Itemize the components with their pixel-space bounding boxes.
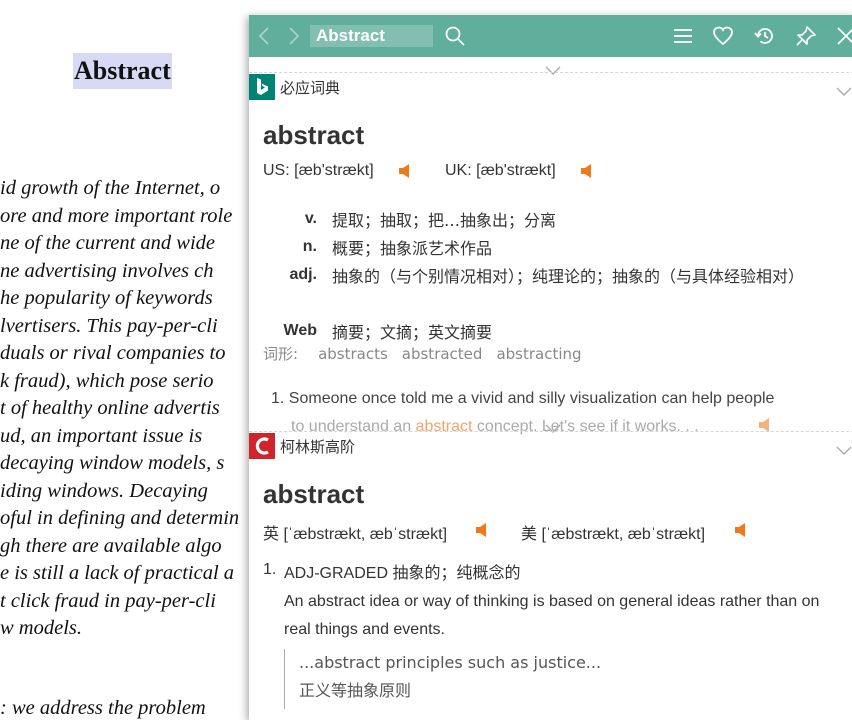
back-arrow-icon[interactable] [256, 25, 274, 47]
part-of-speech: adj. [289, 266, 317, 283]
paper-text-line: iding windows. Decaying [0, 479, 208, 502]
collins-quote-zh: 正义等抽象原则 [299, 681, 412, 700]
paper-text-line: lvertisers. This pay-per-cli [0, 314, 218, 337]
definition: 概要；抽象派艺术作品 [332, 239, 493, 258]
collins-dict-name: 柯林斯高阶 [280, 438, 356, 456]
word-forms-label: 词形: [263, 345, 299, 363]
paper-text-line: e is still a lack of practical a [0, 562, 235, 584]
close-icon[interactable] [835, 25, 852, 47]
bing-headword: abstract [263, 120, 365, 150]
divider [249, 72, 852, 73]
definition: 提取；抽取；把…抽象出；分离 [332, 211, 557, 230]
paper-text-line: decaying window models, s [0, 452, 225, 474]
paper-text-line: oful in defining and determin [0, 507, 240, 529]
uk-pronunciation: UK: [æb'strækt] [445, 162, 556, 179]
speaker-icon[interactable] [475, 522, 489, 538]
paper-text-line: id growth of the Internet, o [0, 177, 221, 199]
collins-dict-header[interactable]: 柯林斯高阶 [249, 433, 852, 463]
paper-text-line: ore and more important role [0, 204, 233, 227]
bing-dict-name: 必应词典 [280, 79, 341, 97]
collins-uk-label: 英 [263, 526, 280, 543]
paper-text-line: duals or rival companies to [0, 342, 226, 364]
bing-logo-icon [249, 74, 275, 100]
collins-uk-pronunciation: 英 [ˈæbstrækt, æbˈstrækt] [263, 520, 447, 544]
collins-sense-number: 1. [263, 561, 277, 578]
expand-more-icon[interactable] [545, 419, 561, 433]
part-of-speech: n. [302, 238, 317, 255]
collins-us-label: 美 [521, 526, 538, 543]
paper-text-line: t of healthy online advertis [0, 397, 220, 419]
divider [249, 431, 852, 432]
collins-us-pron: [ˈæbstrækt, æbˈstrækt] [541, 526, 706, 543]
menu-icon[interactable] [672, 25, 694, 47]
collins-us-pronunciation: 美 [ˈæbstrækt, æbˈstrækt] [521, 520, 705, 544]
chevron-down-icon[interactable] [836, 441, 852, 455]
paper-text-line: t click fraud in pay-per-cli [0, 589, 216, 612]
search-input[interactable] [310, 25, 433, 47]
part-of-speech: Web [283, 322, 317, 339]
bing-dict-header[interactable]: 必应词典 [249, 74, 852, 104]
us-pronunciation: US: [æb'strækt] [263, 162, 374, 179]
speaker-icon[interactable] [580, 163, 594, 179]
history-icon[interactable] [754, 25, 776, 47]
word-form-link[interactable]: abstracted [402, 345, 483, 363]
dictionary-popup: 必应词典 abstract US: [æb'strækt] UK: [æb'st… [249, 15, 852, 720]
collins-quote-en: ...abstract principles such as justice..… [299, 653, 602, 672]
paper-bottom-line: : we address the problem [0, 697, 206, 719]
paper-text-line: he popularity of keywords [0, 287, 213, 309]
chevron-down-icon[interactable] [545, 61, 561, 75]
collins-headword: abstract [263, 479, 365, 509]
word-form-link[interactable]: abstracts [318, 345, 388, 363]
paper-text-line: gh there are available algo [0, 534, 222, 557]
paper-text-line: k fraud), which pose serio [0, 369, 214, 392]
search-icon[interactable] [444, 25, 466, 47]
example-text: Someone once told me a vivid and silly v… [288, 390, 775, 407]
speaker-icon[interactable] [734, 522, 748, 538]
paper-text-line: ne advertising involves ch [0, 259, 214, 282]
paper-text-line: ud, an important issue is [0, 424, 203, 447]
paper-title-selected[interactable]: Abstract [73, 53, 172, 89]
collins-sense-head: ADJ-GRADED 抽象的；纯概念的 [284, 565, 521, 582]
collins-example-quote: ...abstract principles such as justice..… [284, 649, 799, 709]
collins-uk-pron: [ˈæbstrækt, æbˈstrækt] [283, 526, 448, 543]
definition: 抽象的（与个别情况相对）；纯理论的；抽象的（与具体经验相对） [332, 267, 805, 286]
collins-logo-icon [249, 433, 275, 459]
forward-arrow-icon[interactable] [285, 25, 303, 47]
word-form-link[interactable]: abstracting [496, 345, 581, 363]
paper-text-line: w models. [0, 617, 82, 639]
heart-icon[interactable] [712, 25, 734, 47]
collins-sense-def: An abstract idea or way of thinking is b… [284, 593, 820, 638]
collins-sense: ADJ-GRADED 抽象的；纯概念的 An abstract idea or … [284, 560, 829, 644]
popup-toolbar [249, 15, 852, 57]
speaker-icon[interactable] [398, 163, 412, 179]
example-number: 1. [271, 390, 285, 407]
paper-text-line: ne of the current and wide [0, 232, 216, 254]
chevron-down-icon[interactable] [836, 82, 852, 96]
word-forms: 词形: abstracts abstracted abstracting [263, 343, 610, 364]
pin-icon[interactable] [795, 25, 817, 47]
part-of-speech: v. [304, 210, 317, 227]
